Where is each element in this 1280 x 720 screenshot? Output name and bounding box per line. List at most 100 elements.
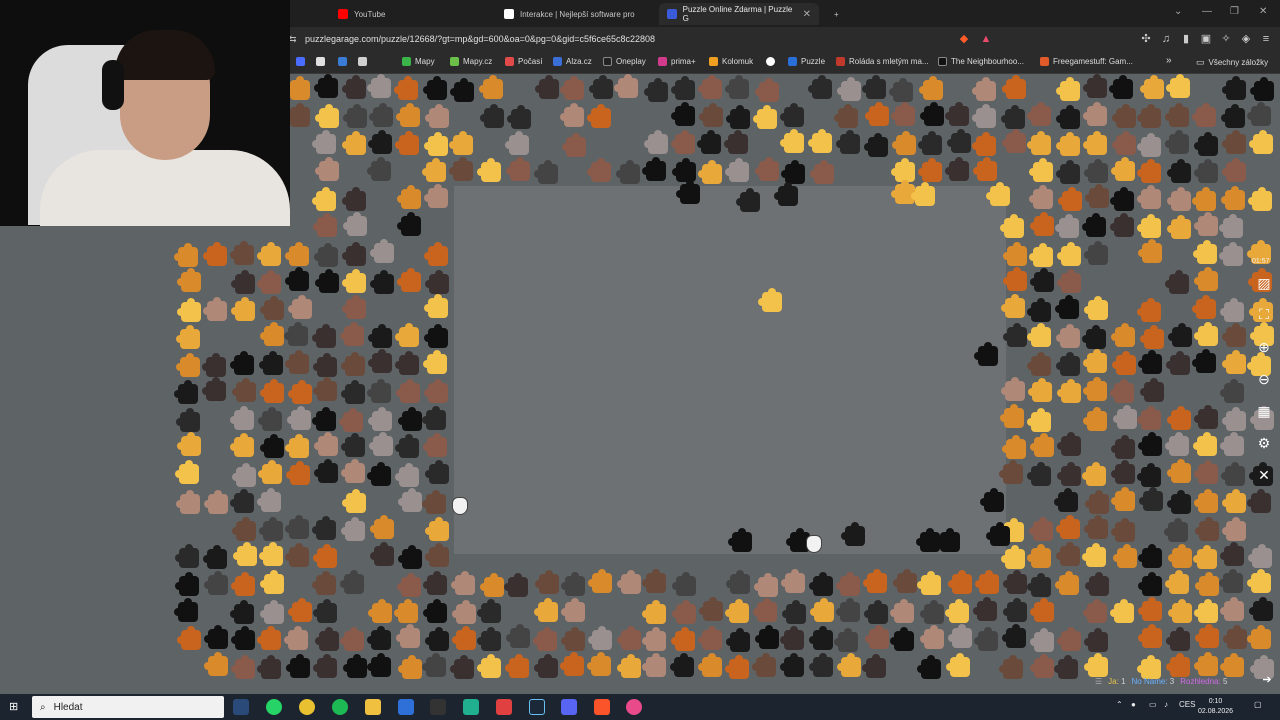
puzzle-piece[interactable]: [285, 350, 310, 375]
puzzle-piece[interactable]: [256, 626, 281, 651]
puzzle-piece[interactable]: [1026, 572, 1051, 597]
puzzle-piece[interactable]: [341, 352, 366, 377]
puzzle-piece[interactable]: [919, 599, 944, 624]
puzzle-piece[interactable]: [559, 652, 584, 677]
puzzle-piece[interactable]: [754, 625, 779, 649]
puzzle-piece[interactable]: [911, 182, 935, 206]
taskbar-search[interactable]: ⌕ Hledat: [32, 696, 224, 718]
puzzle-piece[interactable]: [1082, 377, 1107, 402]
grid-icon[interactable]: ▦: [1255, 402, 1273, 420]
puzzle-piece[interactable]: [1221, 516, 1246, 541]
puzzle-piece[interactable]: [1139, 74, 1164, 99]
puzzle-piece[interactable]: [395, 103, 420, 128]
puzzle-piece[interactable]: [918, 75, 943, 100]
puzzle-piece[interactable]: [1167, 598, 1192, 623]
puzzle-piece[interactable]: [1056, 105, 1081, 130]
puzzle-piece[interactable]: [1000, 213, 1025, 238]
puzzle-piece[interactable]: [286, 654, 310, 679]
puzzle-piece[interactable]: [368, 407, 393, 432]
puzzle-piece[interactable]: [1246, 569, 1271, 594]
puzzle-piece[interactable]: [1136, 297, 1161, 322]
puzzle-piece[interactable]: [836, 597, 861, 622]
puzzle-piece[interactable]: [891, 130, 916, 155]
puzzle-piece[interactable]: [1112, 544, 1137, 569]
puzzle-piece[interactable]: [889, 77, 914, 102]
puzzle-piece[interactable]: [835, 130, 860, 155]
puzzle-piece[interactable]: [670, 75, 695, 100]
puzzle-piece[interactable]: [534, 569, 559, 594]
leo-icon[interactable]: ✧: [1220, 33, 1232, 45]
puzzle-piece[interactable]: [616, 569, 641, 594]
puzzle-piece[interactable]: [670, 102, 695, 127]
puzzle-piece[interactable]: [284, 626, 309, 651]
puzzle-piece[interactable]: [1219, 242, 1244, 267]
puzzle-piece[interactable]: [1082, 324, 1107, 349]
puzzle-piece[interactable]: [726, 627, 751, 652]
puzzle-piece[interactable]: [975, 569, 1000, 594]
puzzle-piece[interactable]: [562, 132, 587, 157]
puzzle-piece[interactable]: [614, 74, 639, 99]
puzzle-piece[interactable]: [1193, 267, 1218, 292]
puzzle-piece[interactable]: [916, 571, 941, 596]
puzzle-piece[interactable]: [1194, 158, 1219, 183]
tab-youtube[interactable]: YouTube: [330, 3, 490, 25]
spotify-icon[interactable]: [332, 699, 348, 715]
puzzle-piece[interactable]: [1083, 627, 1108, 652]
puzzle-piece[interactable]: [369, 514, 394, 539]
bookmark-oneplay[interactable]: Oneplay: [603, 57, 646, 66]
puzzle-piece[interactable]: [1136, 132, 1161, 157]
puzzle-piece[interactable]: [1194, 571, 1219, 596]
puzzle-piece[interactable]: [176, 490, 201, 515]
puzzle-piece[interactable]: [1136, 406, 1161, 431]
puzzle-piece[interactable]: [974, 342, 998, 366]
puzzle-piece[interactable]: [1138, 239, 1163, 264]
zoom-out-icon[interactable]: ⊖: [1255, 370, 1273, 388]
puzzle-piece[interactable]: [257, 242, 282, 266]
puzzle-piece[interactable]: [1246, 625, 1271, 650]
puzzle-piece[interactable]: [1083, 241, 1108, 266]
puzzle-piece[interactable]: [1193, 432, 1218, 457]
puzzle-piece[interactable]: [202, 352, 227, 377]
puzzle-piece[interactable]: [451, 570, 476, 595]
puzzle-piece[interactable]: [535, 74, 560, 99]
puzzle-piece[interactable]: [284, 434, 309, 459]
bookmark-alza[interactable]: Alza.cz: [553, 57, 592, 66]
fullscreen-icon[interactable]: ⛶: [1255, 305, 1273, 323]
bookmark-item[interactable]: [358, 57, 367, 66]
puzzle-piece[interactable]: [641, 626, 666, 651]
puzzle-piece[interactable]: [1220, 297, 1245, 322]
puzzle-piece[interactable]: [424, 626, 449, 651]
puzzle-piece[interactable]: [1055, 571, 1080, 596]
puzzle-piece[interactable]: [1221, 322, 1246, 347]
puzzle-piece[interactable]: [1111, 157, 1136, 182]
puzzle-piece[interactable]: [1138, 486, 1163, 511]
puzzle-piece[interactable]: [1000, 105, 1025, 130]
puzzle-piece[interactable]: [1026, 130, 1051, 155]
puzzle-piece[interactable]: [229, 240, 254, 265]
puzzle-piece[interactable]: [1194, 404, 1219, 429]
puzzle-piece[interactable]: [1220, 186, 1245, 211]
puzzle-piece[interactable]: [203, 544, 228, 569]
puzzle-piece[interactable]: [1057, 461, 1082, 486]
puzzle-piece[interactable]: [669, 653, 694, 678]
steam-icon[interactable]: [529, 699, 545, 715]
puzzle-piece[interactable]: [1165, 570, 1190, 595]
brave-icon[interactable]: [594, 699, 610, 715]
puzzle-piece[interactable]: [1167, 459, 1192, 484]
puzzle-piece[interactable]: [1164, 517, 1189, 542]
puzzle-piece[interactable]: [476, 157, 501, 182]
puzzle-piece[interactable]: [1140, 324, 1165, 349]
puzzle-piece[interactable]: [1138, 431, 1163, 456]
tray-chevron-icon[interactable]: ⌃: [1116, 700, 1123, 709]
puzzle-piece[interactable]: [480, 103, 505, 128]
puzzle-piece[interactable]: [424, 378, 449, 403]
puzzle-piece[interactable]: [1027, 544, 1052, 569]
puzzle-piece[interactable]: [834, 627, 859, 652]
puzzle-piece[interactable]: [201, 376, 226, 401]
puzzle-piece[interactable]: [782, 599, 807, 624]
puzzle-piece[interactable]: [1194, 599, 1219, 624]
puzzle-piece[interactable]: [890, 101, 915, 126]
puzzle-piece[interactable]: [1054, 294, 1079, 319]
puzzle-piece[interactable]: [1111, 486, 1136, 511]
puzzle-piece[interactable]: [340, 459, 365, 484]
